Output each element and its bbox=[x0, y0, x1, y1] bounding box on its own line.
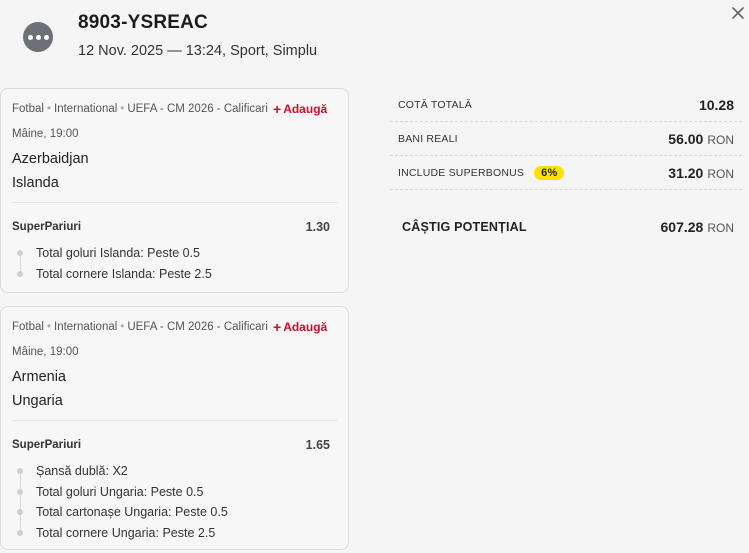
divider bbox=[12, 420, 337, 421]
more-dots-icon bbox=[27, 34, 33, 40]
potential-win-row: CÂȘTIG POTENȚIAL 607.28 RON bbox=[390, 212, 742, 242]
market-row: SuperPariuri 1.65 bbox=[12, 438, 330, 452]
market-odds: 1.65 bbox=[305, 438, 330, 452]
category-label: International bbox=[54, 321, 118, 333]
selection-label: Total cornere Islanda: Peste 2.5 bbox=[36, 266, 212, 281]
currency-label: RON bbox=[707, 132, 734, 147]
selection-item: Total cornere Islanda: Peste 2.5 bbox=[16, 264, 212, 285]
team-away: Ungaria bbox=[12, 393, 63, 409]
category-label: International bbox=[54, 103, 118, 115]
event-time: Mâine, 19:00 bbox=[12, 346, 79, 358]
bullet-icon bbox=[17, 270, 23, 277]
selection-label: Total cartonașe Ungaria: Peste 0.5 bbox=[36, 505, 228, 520]
superbonus-value: 31.20 bbox=[668, 164, 704, 181]
selection-item: Total cartonașe Ungaria: Peste 0.5 bbox=[16, 502, 228, 530]
stake-value: 56.00 bbox=[668, 130, 704, 147]
competition-label: UEFA - CM 2026 - Calificari bbox=[127, 103, 268, 115]
currency-label: RON bbox=[707, 166, 734, 181]
stake-value-group: 56.00 RON bbox=[668, 131, 734, 147]
selection-item: Total cornere Ungaria: Peste 2.5 bbox=[16, 523, 228, 544]
potential-win-value: 607.28 bbox=[660, 219, 704, 235]
market-odds: 1.30 bbox=[305, 220, 330, 234]
market-name: SuperPariuri bbox=[12, 439, 82, 451]
superbonus-row: INCLUDE SUPERBONUS 6% 31.20 RON bbox=[390, 156, 742, 190]
more-options-button[interactable] bbox=[23, 22, 53, 52]
close-icon[interactable] bbox=[729, 4, 747, 22]
bet-card: Fotbal • International • UEFA - CM 2026 - Ca… bbox=[0, 88, 349, 293]
more-dots-icon-dot bbox=[43, 34, 49, 40]
add-button[interactable]: + Adaugă bbox=[271, 101, 328, 117]
superbonus-value-group: 31.20 RON bbox=[668, 165, 734, 181]
plus-icon: + bbox=[273, 101, 282, 117]
market-name: SuperPariuri bbox=[12, 221, 82, 233]
selection-list: Șansă dublă: X2 Total goluri Ungaria: Pe… bbox=[16, 461, 228, 543]
total-odds-value: 10.28 bbox=[698, 96, 734, 113]
team-away: Islanda bbox=[12, 175, 59, 191]
potential-win-label: CÂȘTIG POTENȚIAL bbox=[402, 220, 527, 234]
selection-label: Șansă dublă: X2 bbox=[36, 464, 128, 479]
competition-label: UEFA - CM 2026 - Calificari bbox=[127, 321, 268, 333]
selection-label: Total cornere Ungaria: Peste 2.5 bbox=[36, 525, 216, 540]
add-label: Adaugă bbox=[283, 320, 328, 334]
ticket-header: 8903-YSREAC 12 Nov. 2025 — 13:24, Sport,… bbox=[0, 0, 749, 80]
superbonus-label-group: INCLUDE SUPERBONUS 6% bbox=[398, 165, 565, 180]
market-row: SuperPariuri 1.30 bbox=[12, 220, 330, 234]
team-home: Azerbaidjan bbox=[12, 151, 89, 167]
bullet-icon bbox=[17, 529, 23, 536]
event-meta: Fotbal • International • UEFA - CM 2026 - Ca… bbox=[12, 321, 268, 333]
superbonus-badge: 6% bbox=[534, 165, 565, 180]
selection-label: Total goluri Ungaria: Peste 0.5 bbox=[36, 484, 204, 499]
total-odds-label: COTĂ TOTALĂ bbox=[398, 98, 472, 111]
ticket-id: 8903-YSREAC bbox=[78, 12, 208, 33]
divider bbox=[12, 202, 337, 203]
currency-label: RON bbox=[707, 221, 734, 235]
selection-label: Total goluri Islanda: Peste 0.5 bbox=[36, 246, 200, 261]
more-dots-icon-dot bbox=[35, 34, 41, 40]
bet-card: Fotbal • International • UEFA - CM 2026 - Ca… bbox=[0, 306, 349, 550]
event-meta: Fotbal • International • UEFA - CM 2026 - Ca… bbox=[12, 103, 268, 115]
potential-win-group: 607.28 RON bbox=[661, 219, 735, 235]
ticket-summary: COTĂ TOTALĂ 10.28 BANI REALI 56.00 RON IN… bbox=[390, 88, 742, 242]
total-odds-row: COTĂ TOTALĂ 10.28 bbox=[390, 88, 742, 122]
plus-icon: + bbox=[273, 319, 282, 335]
add-label: Adaugă bbox=[283, 102, 328, 116]
stake-row: BANI REALI 56.00 RON bbox=[390, 122, 742, 156]
sport-label: Fotbal bbox=[12, 103, 44, 115]
selection-item: Total goluri Islanda: Peste 0.5 bbox=[16, 243, 212, 271]
event-time: Mâine, 19:00 bbox=[12, 128, 79, 140]
selection-item: Total goluri Ungaria: Peste 0.5 bbox=[16, 482, 228, 510]
stake-label: BANI REALI bbox=[398, 132, 458, 145]
team-home: Armenia bbox=[12, 369, 66, 385]
superbonus-label: INCLUDE SUPERBONUS bbox=[398, 166, 525, 179]
ticket-subtitle: 12 Nov. 2025 — 13:24, Sport, Simplu bbox=[78, 43, 318, 59]
selection-item: Șansă dublă: X2 bbox=[16, 461, 228, 489]
add-button[interactable]: + Adaugă bbox=[271, 319, 328, 335]
selection-list: Total goluri Islanda: Peste 0.5 Total co… bbox=[16, 243, 212, 284]
sport-label: Fotbal bbox=[12, 321, 44, 333]
